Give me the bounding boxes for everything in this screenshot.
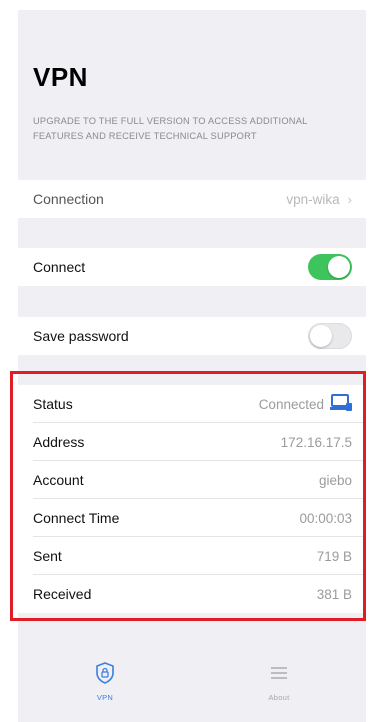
- connection-label: Connection: [33, 191, 104, 207]
- save-password-label: Save password: [33, 328, 129, 344]
- connect-row: Connect: [18, 248, 366, 286]
- connection-value-group: vpn-wika ›: [286, 192, 352, 207]
- connection-value: vpn-wika: [286, 191, 340, 207]
- page-title: VPN: [33, 62, 88, 92]
- toggle-knob: [310, 325, 332, 347]
- tab-bar: VPN About: [18, 650, 366, 722]
- status-highlight-box: [10, 371, 366, 621]
- connection-row[interactable]: Connection vpn-wika ›: [18, 180, 366, 218]
- upgrade-notice[interactable]: UPGRADE TO THE FULL VERSION TO ACCESS AD…: [33, 114, 353, 144]
- save-password-toggle[interactable]: [308, 323, 352, 349]
- connect-label: Connect: [33, 259, 86, 275]
- toggle-knob: [328, 256, 350, 278]
- save-password-row: Save password: [18, 317, 366, 355]
- list-icon: [269, 662, 289, 689]
- tab-vpn-label: VPN: [96, 693, 114, 702]
- tab-about-label: About: [268, 693, 290, 702]
- chevron-right-icon: ›: [347, 191, 352, 207]
- connect-toggle[interactable]: [308, 254, 352, 280]
- tab-vpn[interactable]: VPN: [75, 662, 135, 702]
- vpn-shield-icon: [95, 662, 115, 689]
- tab-about[interactable]: About: [249, 662, 309, 702]
